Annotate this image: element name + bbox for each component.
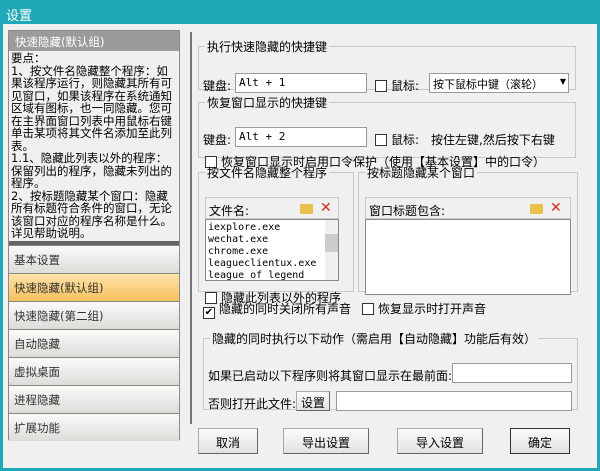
group-legend: 隐藏的同时执行以下动作（需启用【自动隐藏】功能后有效） <box>212 332 537 346</box>
restore-mouse-checkbox[interactable]: 鼠标: <box>375 131 419 148</box>
checkbox-icon: ✔ <box>203 307 215 319</box>
list-item[interactable]: iexplore.exe <box>208 222 336 234</box>
mute-checkbox[interactable]: ✔ 隐藏的同时关闭所有声音 <box>203 300 351 319</box>
keyboard-label: 键盘: <box>203 79 232 93</box>
scrollbar[interactable] <box>325 220 338 280</box>
folder-icon[interactable] <box>530 204 543 214</box>
export-settings-button[interactable]: 导出设置 <box>283 428 369 454</box>
ok-button[interactable]: 确定 <box>510 428 570 454</box>
unmute-label: 恢复显示时打开声音 <box>378 302 487 316</box>
help-text: 要点： 1、按文件名隐藏整个程序：如果该程序运行，则隐藏其所有可见窗口，如果该程… <box>11 51 172 240</box>
list-item[interactable]: wechat.exe <box>208 234 336 246</box>
checkbox-icon <box>375 80 387 92</box>
dropdown-value: 按下鼠标中键（滚轮） <box>433 78 543 91</box>
list-item[interactable]: leagueclientux.exe <box>208 258 336 270</box>
sidebar-item-extensions[interactable]: 扩展功能 <box>9 413 179 441</box>
mouse-label: 鼠标: <box>391 79 420 93</box>
sidebar-item-basic[interactable]: 基本设置 <box>9 245 179 273</box>
group-legend: 恢复窗口显示的快捷键 <box>207 96 328 110</box>
hide-hotkey-group: 执行快速隐藏的快捷键 键盘: Alt + 1 鼠标: 按下鼠标中键（滚轮） ▼ <box>198 38 576 93</box>
restore-keyboard-input[interactable]: Alt + 2 <box>235 127 367 147</box>
file-header-label: 文件名: <box>209 204 250 218</box>
hide-by-title-group: 按标题隐藏某个窗口 窗口标题包含: ✕ <box>358 164 578 295</box>
hide-keyboard-input[interactable]: Alt + 1 <box>235 73 367 93</box>
sidebar-item-auto-hide[interactable]: 自动隐藏 <box>9 329 179 357</box>
chevron-down-icon: ▼ <box>559 77 566 86</box>
file-list[interactable]: iexplore.exe wechat.exe chrome.exe leagu… <box>205 219 339 281</box>
title-bar: 设置 <box>0 0 600 24</box>
window-title: 设置 <box>6 9 33 24</box>
group-legend: 按文件名隐藏整个程序 <box>207 166 328 180</box>
mouse-label: 鼠标: <box>391 133 420 147</box>
title-list-header: 窗口标题包含: ✕ <box>365 197 571 219</box>
hide-mouse-checkbox[interactable]: 鼠标: <box>375 77 419 94</box>
unmute-checkbox[interactable]: 恢复显示时打开声音 <box>362 300 486 317</box>
list-item[interactable]: chrome.exe <box>208 246 336 258</box>
open-file-input[interactable] <box>336 391 572 411</box>
cancel-button[interactable]: 取消 <box>198 428 258 454</box>
group-legend: 执行快速隐藏的快捷键 <box>207 40 328 54</box>
sidebar-item-quick-hide-default[interactable]: 快速隐藏(默认组) <box>9 273 179 301</box>
hide-by-file-group: 按文件名隐藏整个程序 文件名: ✕ iexplore.exe wechat.ex… <box>198 164 354 305</box>
delete-icon[interactable]: ✕ <box>320 200 332 216</box>
open-file-label: 否则打开此文件: <box>208 397 297 411</box>
group-legend: 按标题隐藏某个窗口 <box>367 166 476 180</box>
title-header-label: 窗口标题包含: <box>369 204 446 218</box>
file-list-header: 文件名: ✕ <box>205 197 339 219</box>
set-file-button[interactable]: 设置 <box>296 391 330 411</box>
hide-actions-group: 隐藏的同时执行以下动作（需启用【自动隐藏】功能后有效） 如果已启动以下程序则将其… <box>203 330 578 411</box>
left-panel: 快速隐藏(默认组) 要点： 1、按文件名隐藏整个程序：如果该程序运行，则隐藏其所… <box>8 30 180 441</box>
title-list[interactable] <box>365 219 571 295</box>
list-item[interactable]: league_of_legend <box>208 270 336 280</box>
folder-icon[interactable] <box>300 204 313 214</box>
sidebar-item-process-hide[interactable]: 进程隐藏 <box>9 385 179 413</box>
import-settings-button[interactable]: 导入设置 <box>397 428 483 454</box>
mouse-gesture-text: 按住左键,然后按下右键 <box>431 133 555 147</box>
front-program-input[interactable] <box>452 363 572 383</box>
restore-hotkey-group: 恢复窗口显示的快捷键 键盘: Alt + 2 鼠标: 按住左键,然后按下右键 恢… <box>198 94 576 169</box>
mouse-dropdown[interactable]: 按下鼠标中键（滚轮） ▼ <box>429 73 569 93</box>
mute-label: 隐藏的同时关闭所有声音 <box>219 302 352 316</box>
keyboard-label: 键盘: <box>203 133 232 147</box>
sidebar-item-quick-hide-second[interactable]: 快速隐藏(第二组) <box>9 301 179 329</box>
checkbox-icon <box>362 303 374 315</box>
delete-icon[interactable]: ✕ <box>550 200 562 216</box>
sidebar-item-virtual-desktop[interactable]: 虚拟桌面 <box>9 357 179 385</box>
front-label: 如果已启动以下程序则将其窗口显示在最前面: <box>208 369 453 383</box>
checkbox-icon <box>375 134 387 146</box>
help-header: 快速隐藏(默认组) <box>9 31 179 51</box>
sidebar-nav: 基本设置 快速隐藏(默认组) 快速隐藏(第二组) 自动隐藏 虚拟桌面 进程隐藏 … <box>9 241 179 441</box>
